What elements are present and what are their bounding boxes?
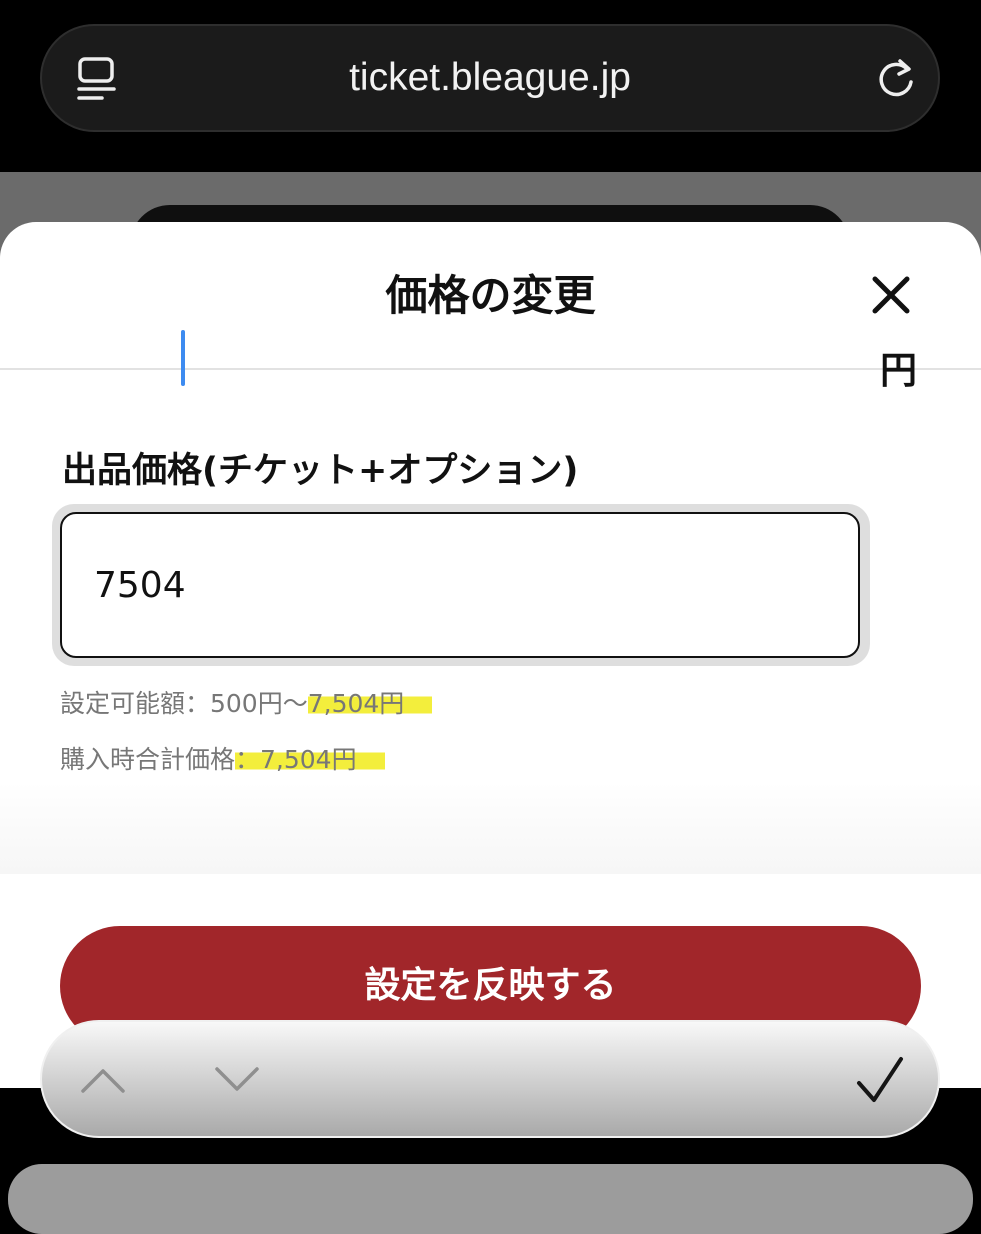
price-input-focus-ring bbox=[52, 504, 870, 666]
url-text[interactable]: ticket.bleague.jp bbox=[42, 26, 938, 130]
purchase-total-text: 購入時合計価格：7,504円 bbox=[60, 740, 385, 776]
text-cursor bbox=[181, 330, 185, 386]
content-fade bbox=[0, 782, 981, 874]
address-bar[interactable]: ticket.bleague.jp bbox=[40, 24, 940, 132]
checkmark-icon[interactable] bbox=[856, 1056, 904, 1104]
currency-unit: 円 bbox=[880, 349, 917, 392]
tabs-icon[interactable] bbox=[74, 55, 120, 105]
purchase-total-prefix: 購入時合計価格 bbox=[60, 745, 236, 774]
price-input[interactable] bbox=[60, 512, 860, 658]
purchase-total-value: ：7,504円 bbox=[235, 745, 385, 774]
close-icon[interactable] bbox=[872, 276, 910, 314]
reload-icon[interactable] bbox=[874, 55, 918, 101]
price-range-max: 7,504円 bbox=[307, 689, 433, 718]
chevron-down-icon[interactable] bbox=[214, 1066, 260, 1094]
keyboard-accessory-bar bbox=[40, 1020, 940, 1138]
keyboard-top-edge bbox=[8, 1164, 973, 1234]
price-range-prefix: 設定可能額：500円〜 bbox=[60, 689, 308, 718]
price-range-text: 設定可能額：500円〜7,504円 bbox=[60, 684, 433, 720]
sheet-title: 価格の変更 bbox=[385, 271, 596, 320]
header-divider bbox=[0, 368, 981, 370]
price-change-sheet: 価格の変更 出品価格(チケット+オプション) 設定可能額：500円〜7,504円… bbox=[0, 222, 981, 1088]
chevron-up-icon[interactable] bbox=[80, 1066, 126, 1094]
price-field-label: 出品価格(チケット+オプション) bbox=[62, 451, 579, 491]
